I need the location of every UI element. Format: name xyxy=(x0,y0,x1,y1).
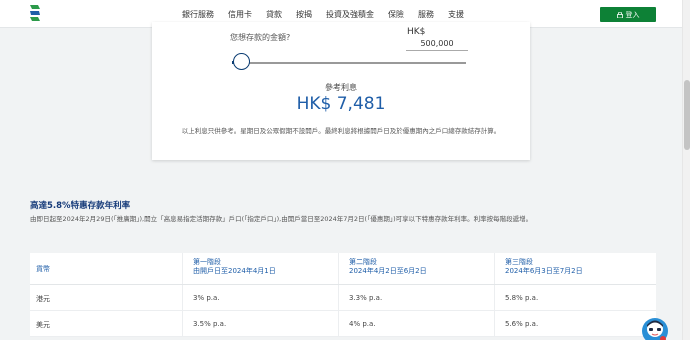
nav-item-mortgage[interactable]: 按揭 xyxy=(296,9,312,20)
header-stage-3-period: 2024年6月3日至7月2日 xyxy=(505,267,583,275)
currency-label: HK$ xyxy=(407,27,426,37)
header-currency: 貨幣 xyxy=(36,265,50,273)
deposit-amount-field[interactable]: 500,000 xyxy=(406,39,468,51)
nav-item-insurance[interactable]: 保險 xyxy=(388,9,404,20)
login-button[interactable]: 登入 xyxy=(600,7,656,22)
row-stage-3-rate: 5.6% p.a. xyxy=(494,311,656,336)
nav-item-banking[interactable]: 銀行服務 xyxy=(182,9,214,20)
scrollbar-thumb[interactable] xyxy=(684,80,690,150)
deposit-slider-handle[interactable] xyxy=(233,53,250,70)
header-stage-3: 第三階段 2024年6月3日至7月2日 xyxy=(494,253,656,284)
calculator-disclaimer: 以上利息只供參考。星期日及公眾假期不設開戶。最終利息將根據開戶日及於優惠期內之戶… xyxy=(181,127,501,135)
lock-icon xyxy=(616,11,623,18)
header-stage-1: 第一階段 由開戶日至2024年4月1日 xyxy=(182,253,338,284)
nav-item-credit-card[interactable]: 信用卡 xyxy=(228,9,252,20)
rate-table-header: 貨幣 第一階段 由開戶日至2024年4月1日 第二階段 2024年4月2日至6月… xyxy=(30,253,656,285)
interest-calculator-card: 您想存款的金額? HK$ 500,000 參考利息 HK$ 7,481 以上利息… xyxy=(152,22,530,160)
promo-description: 由即日起至2024年2月29日(「推廣期」),開立「高息易指定活期存款」戶口(「… xyxy=(30,215,533,223)
reference-interest-label: 參考利息 xyxy=(325,83,357,92)
nav-item-loans[interactable]: 貸款 xyxy=(266,9,282,20)
row-stage-2-rate: 3.3% p.a. xyxy=(338,285,494,310)
row-stage-2-rate: 4% p.a. xyxy=(338,311,494,336)
row-currency: 港元 xyxy=(36,295,50,303)
bank-logo-icon[interactable] xyxy=(28,3,42,23)
row-stage-1-rate: 3.5% p.a. xyxy=(182,311,338,336)
header-stage-2-title: 第二階段 xyxy=(349,258,377,266)
header-stage-1-title: 第一階段 xyxy=(193,258,221,266)
header-stage-2-period: 2024年4月2日至6月2日 xyxy=(349,267,427,275)
header-stage-3-title: 第三階段 xyxy=(505,258,533,266)
deposit-amount-question: 您想存款的金額? xyxy=(230,33,291,42)
header-stage-1-period: 由開戶日至2024年4月1日 xyxy=(193,267,276,275)
promo-title: 高達5.8%特惠存款年利率 xyxy=(30,201,131,211)
table-row: 港元 3% p.a. 3.3% p.a. 5.8% p.a. xyxy=(30,285,656,311)
header-stage-2: 第二階段 2024年4月2日至6月2日 xyxy=(338,253,494,284)
nav-item-investment-mpf[interactable]: 投資及強積金 xyxy=(326,9,374,20)
row-stage-3-rate: 5.8% p.a. xyxy=(494,285,656,310)
deposit-slider-track[interactable] xyxy=(236,62,466,64)
table-row: 美元 3.5% p.a. 4% p.a. 5.6% p.a. xyxy=(30,311,656,337)
rate-table: 貨幣 第一階段 由開戶日至2024年4月1日 第二階段 2024年4月2日至6月… xyxy=(30,253,656,337)
nav-item-support[interactable]: 支援 xyxy=(448,9,464,20)
page-scrollbar[interactable] xyxy=(682,0,690,340)
reference-interest-value: HK$ 7,481 xyxy=(296,94,386,114)
row-currency: 美元 xyxy=(36,321,50,329)
login-label: 登入 xyxy=(625,10,640,19)
nav-item-services[interactable]: 服務 xyxy=(418,9,434,20)
chatbot-assistant-icon[interactable] xyxy=(640,316,670,340)
row-stage-1-rate: 3% p.a. xyxy=(182,285,338,310)
